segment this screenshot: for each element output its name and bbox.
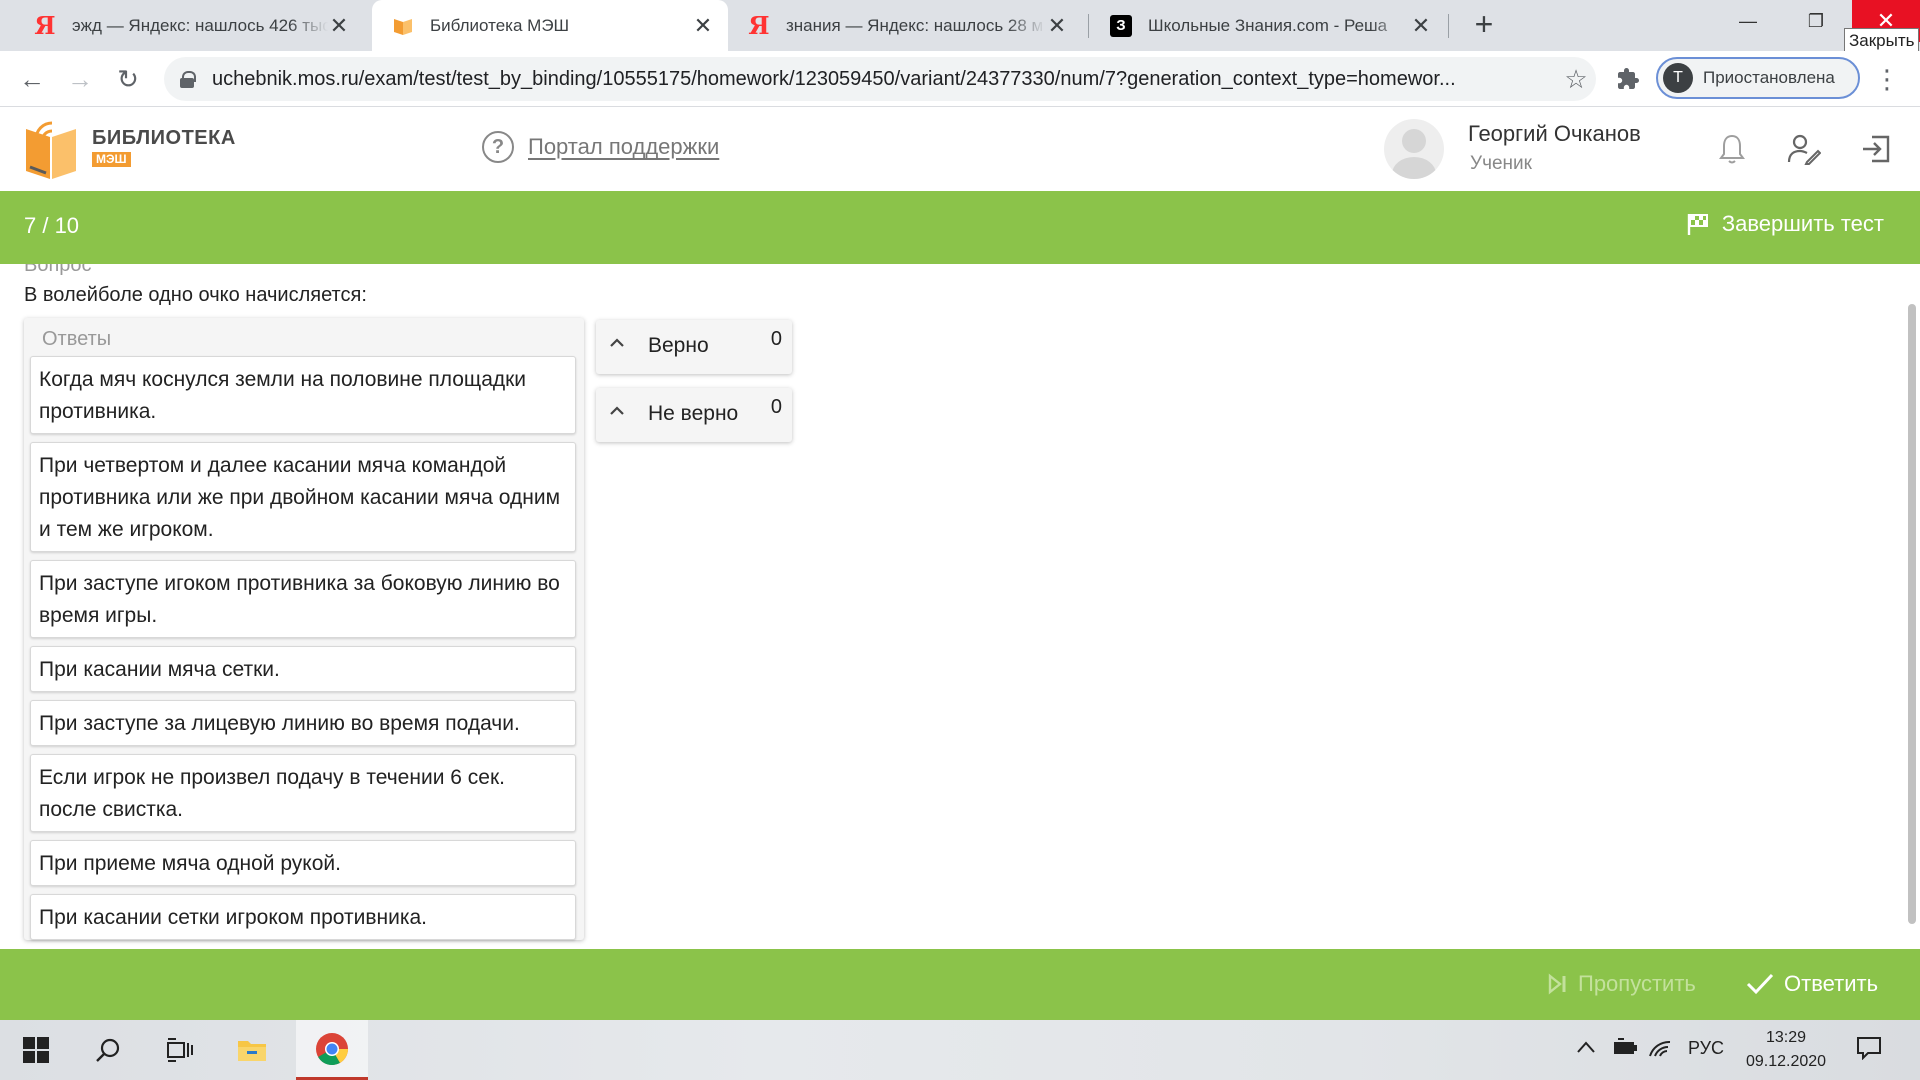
logout-icon[interactable] [1856, 129, 1896, 169]
tab-title: Библиотека МЭШ [430, 15, 570, 35]
minimize-button[interactable]: — [1714, 0, 1782, 42]
drop-zone-count: 0 [770, 396, 782, 418]
search-icon[interactable] [72, 1020, 144, 1080]
draggable-answer[interactable]: При заступе игоком противника за боковую… [30, 560, 576, 638]
task-view-icon[interactable] [144, 1020, 216, 1080]
bell-icon[interactable] [1712, 129, 1752, 169]
help-question-icon: ? [482, 131, 514, 163]
avatar[interactable] [1384, 119, 1444, 179]
language-indicator[interactable]: РУС [1688, 1038, 1724, 1059]
draggable-answer[interactable]: Если игрок не произвел подачу в течении … [30, 754, 576, 832]
draggable-answer[interactable]: При заступе за лицевую линию во время по… [30, 700, 576, 746]
extensions-puzzle-icon[interactable] [1610, 61, 1646, 97]
site-header: БИБЛИОТЕКА МЭШ ? Портал поддержки Георги… [0, 107, 1920, 191]
edit-profile-icon[interactable] [1784, 129, 1824, 169]
tab-close-icon[interactable]: ✕ [1410, 13, 1432, 39]
browser-tab-active[interactable]: Библиотека МЭШ ✕ [372, 0, 728, 51]
clock[interactable]: 13:29 09.12.2020 [1736, 1026, 1836, 1074]
znanija-icon: З [1110, 14, 1132, 37]
clock-date: 09.12.2020 [1745, 1053, 1827, 1070]
drop-zone-label: Верно [648, 334, 709, 357]
skip-button[interactable]: Пропустить [1546, 971, 1696, 997]
kebab-menu-icon[interactable]: ⋮ [1872, 61, 1902, 97]
finish-test-button[interactable]: Завершить тест [1686, 211, 1884, 237]
draggable-answer[interactable]: При касании мяча сетки. [30, 646, 576, 692]
drop-zone-correct[interactable]: Верно 0 [596, 320, 792, 374]
browser-toolbar: ← → ↻ uchebnik.mos.ru/exam/test/test_by_… [0, 51, 1920, 107]
profile-status-label: Приостановлена [1703, 68, 1835, 87]
tab-separator [1448, 14, 1449, 38]
support-portal-link[interactable]: ? Портал поддержки [482, 131, 719, 163]
support-portal-label: Портал поддержки [528, 134, 720, 159]
drop-zone-incorrect[interactable]: Не верно 0 [596, 388, 792, 442]
profile-avatar: T [1663, 63, 1693, 93]
submit-answer-button[interactable]: Ответить [1746, 971, 1878, 997]
browser-tab[interactable]: Я знания — Яндекс: нашлось 28 м ✕ [728, 0, 1082, 51]
draggable-answer[interactable]: Когда мяч коснулся земли на половине пло… [30, 356, 576, 434]
tray-chevron-up-icon[interactable] [1576, 1038, 1596, 1059]
checkmark-icon [1746, 973, 1774, 995]
question-heading: Вопрос [24, 264, 92, 276]
battery-icon[interactable] [1612, 1038, 1638, 1061]
address-bar[interactable]: uchebnik.mos.ru/exam/test/test_by_bindin… [164, 57, 1596, 101]
page-scrollbar[interactable] [1908, 304, 1916, 924]
question-text: В волейболе одно очко начисляется: [24, 284, 367, 306]
wifi-icon[interactable] [1648, 1038, 1672, 1063]
bookmark-star-icon[interactable]: ☆ [1556, 64, 1596, 95]
tab-title: Школьные Знания.com - Реша [1148, 15, 1388, 35]
test-progress-bar: 7 / 10 Завершить тест [0, 191, 1920, 264]
windows-start-icon[interactable] [0, 1020, 72, 1080]
lock-icon[interactable] [180, 71, 196, 88]
new-tab-button[interactable]: + [1466, 6, 1502, 44]
yandex-icon: Я [34, 11, 56, 40]
browser-tab-strip: Я эжд — Яндекс: нашлось 426 тыс ✕ Библио… [0, 0, 1920, 54]
chevron-up-icon[interactable] [610, 336, 624, 350]
tab-close-icon[interactable]: ✕ [1046, 13, 1068, 39]
user-role: Ученик [1470, 153, 1532, 174]
chevron-up-icon[interactable] [610, 404, 624, 418]
file-explorer-icon[interactable] [216, 1020, 288, 1080]
answers-header: Ответы [42, 328, 112, 350]
draggable-answer[interactable]: При касании сетки игроком противника. [30, 894, 576, 940]
draggable-answer[interactable]: При четвертом и далее касании мяча коман… [30, 442, 576, 552]
library-logo-icon[interactable] [22, 117, 80, 181]
draggable-answer[interactable]: При приеме мяча одной рукой. [30, 840, 576, 886]
skip-icon [1548, 973, 1566, 995]
logo-subtitle: МЭШ [92, 152, 131, 167]
logo-title: БИБЛИОТЕКА [92, 127, 236, 149]
tab-close-icon[interactable]: ✕ [328, 13, 350, 39]
submit-answer-label: Ответить [1784, 971, 1879, 996]
profile-button[interactable]: T Приостановлена [1656, 57, 1860, 99]
user-name[interactable]: Георгий Очканов [1468, 121, 1641, 147]
finish-test-label: Завершить тест [1721, 211, 1884, 236]
url-text[interactable]: uchebnik.mos.ru/exam/test/test_by_bindin… [212, 68, 1556, 91]
windows-taskbar: РУС 13:29 09.12.2020 [0, 1020, 1920, 1080]
clock-time: 13:29 [1765, 1029, 1807, 1046]
yandex-icon: Я [748, 11, 770, 40]
tab-title: эжд — Яндекс: нашлось 426 тыс [72, 15, 328, 35]
tab-title: знания — Яндекс: нашлось 28 м [786, 15, 1044, 35]
reload-icon[interactable]: ↻ [110, 61, 146, 97]
drop-zone-count: 0 [770, 328, 782, 350]
browser-tab[interactable]: З Школьные Знания.com - Реша ✕ [1090, 0, 1446, 51]
restore-button[interactable]: ❐ [1782, 0, 1850, 42]
logo-text[interactable]: БИБЛИОТЕКА МЭШ [92, 127, 236, 168]
book-icon [392, 15, 414, 37]
back-arrow-icon[interactable]: ← [14, 61, 50, 97]
answers-pool: Ответы Когда мяч коснулся земли на полов… [24, 318, 584, 940]
action-bar: Пропустить Ответить [0, 949, 1920, 1020]
checkered-flag-icon [1687, 214, 1708, 235]
chrome-icon[interactable] [296, 1020, 368, 1080]
question-area: Вопрос В волейболе одно очко начисляется… [0, 264, 1920, 949]
tab-separator [1088, 14, 1089, 38]
forward-arrow-icon[interactable]: → [62, 61, 98, 97]
browser-tab[interactable]: Я эжд — Яндекс: нашлось 426 тыс ✕ [14, 0, 364, 51]
question-counter: 7 / 10 [24, 213, 80, 238]
skip-label: Пропустить [1578, 971, 1696, 996]
notification-icon[interactable] [1856, 1036, 1882, 1065]
drop-zone-label: Не верно [648, 402, 739, 425]
tab-close-icon[interactable]: ✕ [692, 13, 714, 39]
